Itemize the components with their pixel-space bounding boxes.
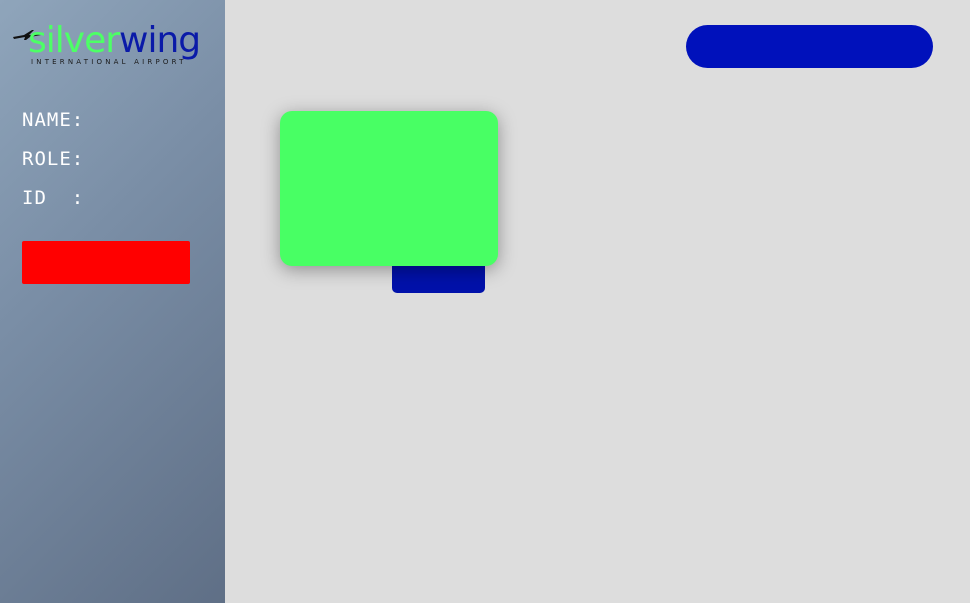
- sidebar: silverwing INTERNATIONAL AIRPORT NAME: R…: [0, 0, 225, 603]
- logo-word-silver: silver: [28, 20, 120, 61]
- app-root: silverwing INTERNATIONAL AIRPORT NAME: R…: [0, 0, 970, 603]
- user-role-label: ROLE:: [22, 148, 85, 170]
- user-id-label: ID :: [22, 187, 85, 209]
- silverwing-logo: silverwing INTERNATIONAL AIRPORT: [12, 22, 204, 70]
- top-action-button[interactable]: [686, 25, 933, 68]
- user-name-label: NAME:: [22, 109, 85, 131]
- logo-subtitle: INTERNATIONAL AIRPORT: [31, 58, 187, 66]
- logout-button[interactable]: [22, 241, 190, 284]
- dashboard-card[interactable]: [280, 111, 498, 266]
- logo-word-wing: wing: [119, 20, 201, 61]
- logo-wordmark: silverwing: [28, 20, 201, 61]
